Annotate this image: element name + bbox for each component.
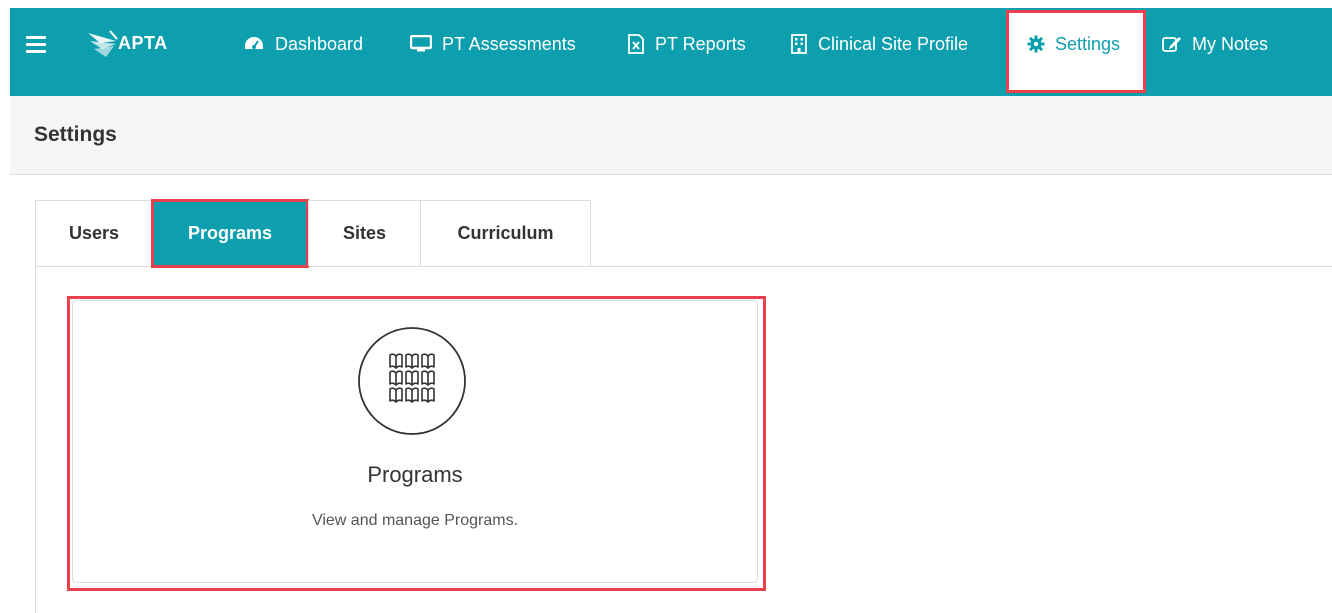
nav-dashboard-label: Dashboard [275, 33, 364, 54]
nav-settings-label: Settings [1055, 33, 1121, 54]
nav-settings[interactable]: Settings [1027, 30, 1120, 58]
excel-file-icon [628, 34, 644, 54]
gear-icon [1027, 35, 1045, 53]
edit-note-icon [1162, 37, 1181, 52]
hamburger-menu-icon[interactable] [26, 36, 46, 53]
tab-users-label: Users [68, 223, 120, 243]
tab-sites[interactable]: Sites [308, 200, 421, 266]
tab-curriculum[interactable]: Curriculum [420, 200, 591, 266]
nav-clinical-site-profile-label: Clinical Site Profile [818, 33, 969, 54]
monitor-icon [410, 35, 432, 52]
tab-programs[interactable]: Programs [151, 199, 309, 268]
nav-pt-reports[interactable]: PT Reports [627, 30, 746, 58]
tab-curriculum-label: Curriculum [457, 223, 554, 243]
page-header: Settings [10, 96, 1332, 175]
tab-programs-label: Programs [187, 223, 273, 243]
nav-my-notes-label: My Notes [1192, 33, 1269, 54]
nav-pt-assessments-label: PT Assessments [442, 33, 576, 54]
apta-logo-text: APTA [118, 33, 168, 53]
nav-clinical-site-profile[interactable]: Clinical Site Profile [790, 30, 968, 58]
nav-dashboard[interactable]: Dashboard [243, 30, 363, 58]
programs-card-title: Programs [367, 462, 463, 487]
page-title: Settings [34, 123, 117, 146]
programs-card-description: View and manage Programs. [311, 512, 519, 529]
books-grid-icon [358, 327, 466, 435]
nav-my-notes[interactable]: My Notes [1162, 30, 1268, 58]
tab-sites-label: Sites [342, 223, 387, 243]
dashboard-gauge-icon [245, 37, 263, 49]
nav-pt-reports-label: PT Reports [655, 33, 746, 54]
apta-logo-mark-icon [88, 30, 118, 57]
tab-content-border [35, 266, 36, 613]
tab-users[interactable]: Users [35, 200, 153, 266]
nav-pt-assessments[interactable]: PT Assessments [410, 30, 576, 58]
building-icon [791, 34, 807, 54]
